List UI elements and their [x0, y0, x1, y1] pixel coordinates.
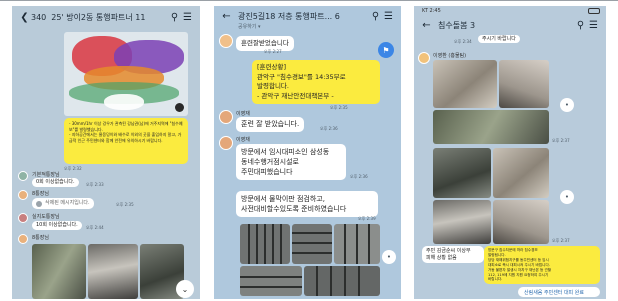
- message-time: 오후 2:27: [264, 49, 282, 54]
- message-bubble: 훈련 잘 받았습니다.: [236, 117, 305, 132]
- menu-icon[interactable]: ☰: [181, 12, 194, 23]
- message-time: 오후 2:37: [552, 138, 570, 143]
- message-bubble: 10회 이상없습니다.: [32, 221, 82, 230]
- menu-icon[interactable]: ☰: [587, 20, 600, 31]
- drain-photo[interactable]: [292, 224, 332, 264]
- top-divider: [0, 0, 618, 1]
- drain-photo[interactable]: [304, 266, 380, 296]
- message-time: 오후 2:37: [552, 238, 570, 243]
- sender-name: 기본적통장님: [32, 172, 60, 178]
- message-bubble: 0회 이상없습니다.: [32, 178, 79, 187]
- chat-title: 침수돌봄 3: [438, 20, 476, 30]
- photo-thumbnail[interactable]: [433, 200, 491, 244]
- share-icon[interactable]: •: [560, 190, 574, 204]
- chat-title: 25' 방이2동 통행파트너 11: [51, 12, 146, 22]
- unread-count: 340: [31, 12, 47, 22]
- share-icon[interactable]: •: [382, 250, 396, 264]
- search-icon[interactable]: ⚲: [574, 20, 587, 31]
- scroll-down-button[interactable]: ⌄: [176, 280, 194, 298]
- chat-subtitle: 공유하기 ▾: [238, 24, 261, 30]
- back-icon[interactable]: ❮: [18, 12, 31, 23]
- notice-bubble: [훈련상황] 관악구 "침수경보"를 14:35부로 발령합니다. - 관악구 …: [252, 60, 380, 104]
- battery-icon: [588, 8, 600, 14]
- sender-name: 실지도통장님: [32, 214, 60, 220]
- message-time: 오후 2:35: [330, 105, 348, 110]
- message-time: 오후 2:36: [320, 126, 338, 131]
- reply-bubble: 주민 김금순씨 이상무 피해 상황 없음: [422, 246, 484, 263]
- message-time: 오후 2:39: [358, 216, 376, 221]
- avatar[interactable]: [219, 34, 233, 48]
- message-bubble: 방문에서 물막이판 점검하고, 사전대비할수있도록 준비하였습니다: [236, 191, 378, 217]
- avatar[interactable]: [18, 234, 28, 244]
- sender-name: 이영재: [236, 137, 250, 143]
- alert-bubble: 방문구 침수처문에 따라 침수경보 발령됩니다. 당당 재해위험지구를 동주민센…: [484, 246, 600, 284]
- chat-title: 광진5길18 저층 통행파트... 6: [238, 11, 340, 21]
- avatar[interactable]: [219, 110, 233, 124]
- sender-name: 이영재: [236, 111, 250, 117]
- message-bubble: 주시기 바랍니다: [478, 35, 520, 43]
- avatar[interactable]: [18, 190, 28, 200]
- photo-thumbnail[interactable]: [493, 200, 549, 244]
- chat-header: ❮ 340 25' 방이2동 통행파트너 11 ⚲ ☰: [12, 6, 200, 28]
- announce-icon[interactable]: ⚑: [378, 42, 394, 58]
- sender-name: 8통장님: [32, 235, 49, 241]
- avatar[interactable]: [418, 52, 430, 64]
- deleted-message-bubble: 삭제된 메시지입니다.: [32, 198, 94, 209]
- message-bubble: 방문에서 임시대피소인 삼성동 동네수행거점시설로 주민대피했습니다: [236, 144, 346, 180]
- message-time: 오후 2:44: [86, 225, 104, 230]
- info-icon: [36, 200, 42, 207]
- photo-thumbnail[interactable]: [493, 148, 549, 198]
- message-time: 오후 2:33: [86, 182, 104, 187]
- alert-time: 오후 2:32: [64, 166, 82, 171]
- drain-photo[interactable]: [334, 224, 380, 264]
- photo-thumbnail[interactable]: [433, 60, 497, 108]
- photo-thumbnail[interactable]: [32, 244, 86, 299]
- message-time: 오후 2:36: [350, 174, 368, 179]
- avatar[interactable]: [219, 136, 233, 150]
- drain-photo[interactable]: [240, 266, 302, 296]
- chat-screen-2: ← 광진5길18 저층 통행파트... 6 ⚲ ☰ 공유하기 ▾ 훈련잘받었습니…: [214, 6, 401, 299]
- share-icon[interactable]: •: [560, 98, 574, 112]
- status-bar: KT 2:45: [422, 8, 441, 14]
- message-time: 오후 2:34: [454, 39, 472, 44]
- evacuation-status-link[interactable]: 산림새움 주민센터 대피 완료: [518, 287, 600, 297]
- menu-icon[interactable]: ☰: [382, 11, 395, 22]
- photo-thumbnail[interactable]: [499, 60, 549, 108]
- sender-name: 이영환 (흥물팀): [433, 53, 467, 59]
- share-icon[interactable]: [175, 103, 184, 112]
- back-icon[interactable]: ←: [220, 11, 233, 22]
- message-time: 오후 2:35: [116, 202, 134, 207]
- back-icon[interactable]: ←: [420, 20, 433, 31]
- chat-screen-1: ❮ 340 25' 방이2동 통행파트너 11 ⚲ ☰ - 30mm/1hr 이…: [12, 6, 200, 299]
- sender-name: 8통장님: [32, 191, 49, 197]
- photo-thumbnail[interactable]: [433, 148, 491, 198]
- photo-thumbnail[interactable]: [433, 110, 549, 144]
- avatar[interactable]: [18, 171, 28, 181]
- search-icon[interactable]: ⚲: [168, 12, 181, 23]
- rain-radar-image[interactable]: [64, 32, 188, 116]
- chat-screen-3: KT 2:45 ← 침수돌봄 3 ⚲ ☰ 주시기 바랍니다 오후 2:34 이영…: [414, 6, 606, 299]
- drain-photo[interactable]: [240, 224, 290, 264]
- photo-thumbnail[interactable]: [88, 244, 138, 299]
- alert-bubble: - 30mm/1hr 이상 강우가 관측된 강남권(남)에 거주지역에 "침수예…: [64, 118, 188, 164]
- avatar[interactable]: [18, 213, 28, 223]
- chat-header: ← 침수돌봄 3 ⚲ ☰: [414, 16, 606, 34]
- search-icon[interactable]: ⚲: [369, 11, 382, 22]
